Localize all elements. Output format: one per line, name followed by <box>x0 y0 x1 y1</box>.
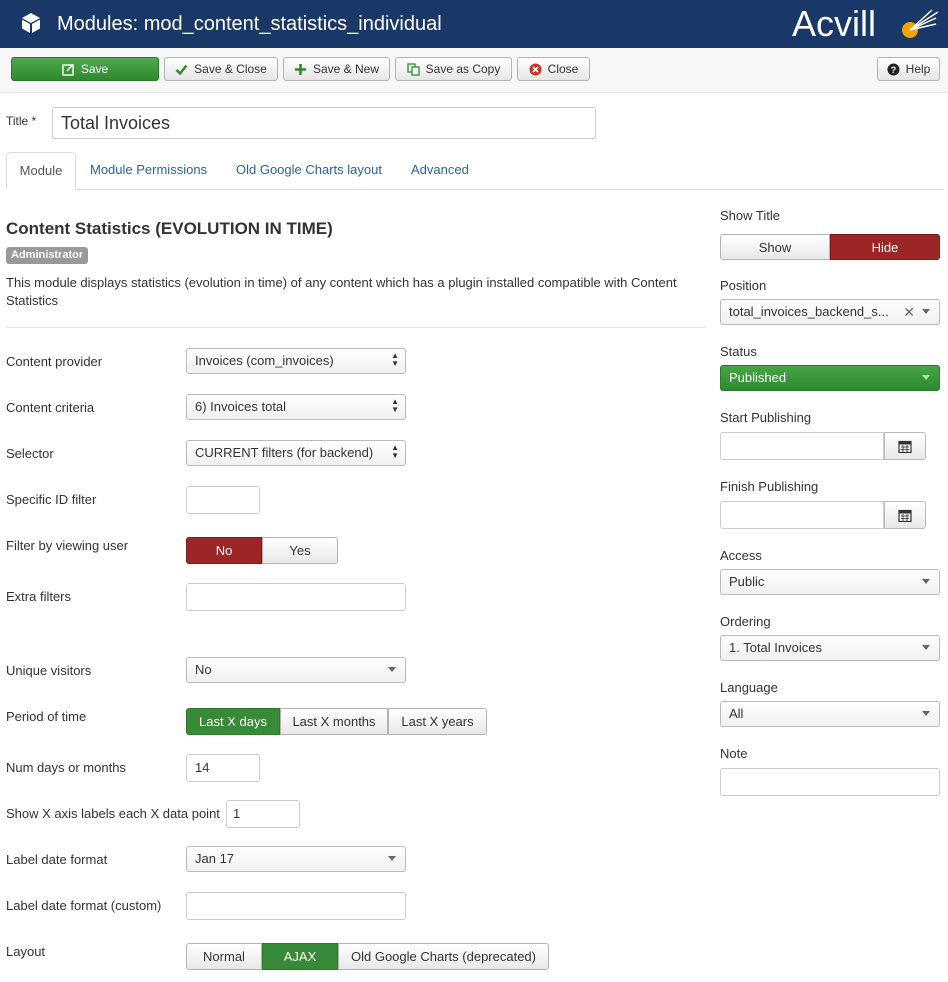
page-title: Modules: mod_content_statistics_individu… <box>57 13 442 35</box>
content-criteria-select[interactable]: 6) Invoices total ▲ ▼ <box>186 394 406 420</box>
title-label: Title * <box>6 114 37 128</box>
layout-label: Layout <box>6 944 46 959</box>
chevron-down-icon <box>388 667 396 672</box>
updown-icon: ▲ ▼ <box>391 397 399 414</box>
close-circle-icon <box>529 63 542 75</box>
copy-icon <box>406 62 420 76</box>
tab-module[interactable]: Module <box>6 152 76 190</box>
app-header: Modules: mod_content_statistics_individu… <box>0 0 948 48</box>
check-icon <box>175 64 188 75</box>
selector-label: Selector <box>6 446 54 461</box>
clear-icon[interactable]: ✕ <box>903 300 915 324</box>
svg-text:?: ? <box>890 65 896 75</box>
cube-icon <box>22 13 40 33</box>
title-input[interactable]: Total Invoices <box>52 107 596 139</box>
finish-calendar-button[interactable] <box>884 501 926 529</box>
save-close-button[interactable]: Save & Close <box>164 57 278 81</box>
label-format-custom-label: Label date format (custom) <box>6 898 162 913</box>
finish-publishing-input[interactable] <box>720 501 884 529</box>
start-calendar-button[interactable] <box>884 432 926 460</box>
num-days-label: Num days or months <box>6 760 126 775</box>
client-badge: Administrator <box>6 247 89 264</box>
period-label: Period of time <box>6 709 87 724</box>
x-axis-input[interactable]: 1 <box>226 800 300 828</box>
brand-sun-icon <box>902 9 939 38</box>
chevron-down-icon <box>922 579 930 584</box>
chevron-down-icon <box>388 856 396 861</box>
save-button[interactable]: Save <box>11 57 159 81</box>
x-axis-label: Show X axis labels each X data point <box>6 806 220 821</box>
language-label: Language <box>720 680 778 695</box>
content-provider-label: Content provider <box>6 354 103 369</box>
access-label: Access <box>720 548 762 563</box>
language-select[interactable]: All <box>720 701 940 727</box>
unique-visitors-select[interactable]: No <box>186 657 406 683</box>
tab-advanced[interactable]: Advanced <box>399 152 481 189</box>
chevron-down-icon <box>922 375 930 380</box>
label-format-custom-input[interactable] <box>186 892 406 920</box>
access-select[interactable]: Public <box>720 569 940 595</box>
module-description: This module displays statistics (evoluti… <box>6 275 677 308</box>
selector-select[interactable]: CURRENT filters (for backend) ▲ ▼ <box>186 440 406 466</box>
filter-user-yes[interactable]: Yes <box>262 537 338 564</box>
ordering-select[interactable]: 1. Total Invoices <box>720 635 940 661</box>
extra-filters-label: Extra filters <box>6 589 72 604</box>
label-format-label: Label date format <box>6 852 108 867</box>
tab-bar: Module Module Permissions Old Google Cha… <box>6 152 944 190</box>
question-icon: ? <box>887 63 900 75</box>
specific-id-label: Specific ID filter <box>6 492 97 507</box>
divider <box>6 327 706 328</box>
tab-module-permissions[interactable]: Module Permissions <box>78 152 219 189</box>
start-publishing-input[interactable] <box>720 432 884 460</box>
layout-ajax[interactable]: AJAX <box>262 943 338 970</box>
updown-icon: ▲ ▼ <box>391 443 399 460</box>
layout-old-google-charts[interactable]: Old Google Charts (deprecated) <box>338 943 549 970</box>
module-heading: Content Statistics (EVOLUTION IN TIME) <box>6 219 333 238</box>
content-provider-select[interactable]: Invoices (com_invoices) ▲ ▼ <box>186 348 406 374</box>
chevron-down-icon <box>922 645 930 650</box>
label-format-select[interactable]: Jan 17 <box>186 846 406 872</box>
period-years[interactable]: Last X years <box>388 708 487 735</box>
num-days-input[interactable]: 14 <box>186 754 260 782</box>
position-label: Position <box>720 278 767 293</box>
calendar-icon <box>898 440 912 453</box>
brand-logo: Acvill <box>792 4 940 44</box>
unique-visitors-label: Unique visitors <box>6 663 92 678</box>
extra-filters-input[interactable] <box>186 583 406 611</box>
show-title-hide[interactable]: Hide <box>830 234 940 260</box>
save-copy-button[interactable]: Save as Copy <box>395 57 512 81</box>
show-title-label: Show Title <box>720 208 780 223</box>
content-criteria-label: Content criteria <box>6 400 95 415</box>
calendar-icon <box>898 509 912 522</box>
specific-id-input[interactable] <box>186 486 260 514</box>
save-new-button[interactable]: Save & New <box>283 57 390 81</box>
note-label: Note <box>720 746 748 761</box>
ordering-label: Ordering <box>720 614 771 629</box>
status-label: Status <box>720 344 757 359</box>
layout-normal[interactable]: Normal <box>186 943 262 970</box>
status-select[interactable]: Published <box>720 365 940 391</box>
start-publishing-label: Start Publishing <box>720 410 812 425</box>
tab-old-google-charts[interactable]: Old Google Charts layout <box>224 152 394 189</box>
filter-user-label: Filter by viewing user <box>6 538 129 553</box>
edit-icon <box>62 63 74 76</box>
position-select[interactable]: total_invoices_backend_s... ✕ <box>720 299 940 325</box>
period-days[interactable]: Last X days <box>186 708 280 735</box>
updown-icon: ▲ ▼ <box>391 351 399 368</box>
show-title-show[interactable]: Show <box>720 234 830 260</box>
note-input[interactable] <box>720 768 940 796</box>
help-button[interactable]: ? Help <box>877 57 940 81</box>
toolbar: Save Save & Close Save & New Save as Cop… <box>0 48 948 93</box>
close-button[interactable]: Close <box>517 57 590 81</box>
chevron-down-icon <box>922 711 930 716</box>
filter-user-no[interactable]: No <box>186 537 262 564</box>
plus-icon <box>294 63 306 75</box>
chevron-down-icon <box>922 309 930 314</box>
finish-publishing-label: Finish Publishing <box>720 479 819 494</box>
period-months[interactable]: Last X months <box>280 708 388 735</box>
